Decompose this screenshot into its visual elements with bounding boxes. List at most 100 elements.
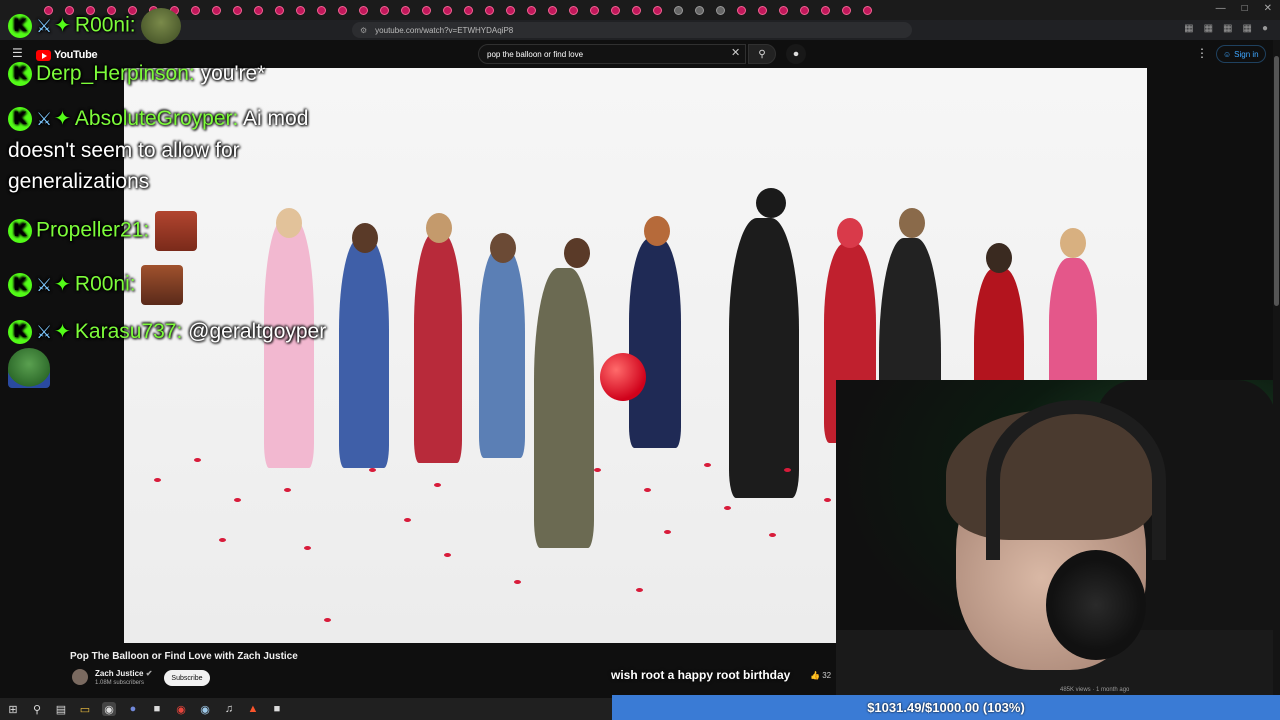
browser-tab[interactable] [275,5,284,15]
browser-tab[interactable] [485,5,494,15]
channel-name[interactable]: Zach Justice ✔ [95,669,152,678]
steam-icon[interactable]: ◉ [198,702,212,716]
app-icon[interactable]: ■ [150,702,164,716]
browser-tab[interactable] [758,5,767,15]
audio-icon[interactable]: ♫ [222,702,236,716]
video-person [534,268,594,548]
browser-tab[interactable] [716,5,725,15]
like-count[interactable]: 👍 32 [810,671,831,680]
browser-tab[interactable] [653,5,662,15]
obs-icon[interactable]: ◉ [102,702,116,716]
app-icon[interactable]: ■ [270,702,284,716]
browser-tab[interactable] [527,5,536,15]
video-person-head [986,243,1012,273]
frog-emote-icon [141,8,182,44]
rose-petal [194,458,201,462]
browser-tab[interactable] [779,5,788,15]
browser-tab[interactable] [359,5,368,15]
maximize-icon[interactable]: □ [1242,3,1248,14]
chat-message: K Derp_Herpinson: you're* [8,58,265,89]
browser-tab[interactable] [632,5,641,15]
browser-tab[interactable] [800,5,809,15]
search-icon: ⚲ [758,48,766,60]
browser-tab[interactable] [296,5,305,15]
file-explorer-icon[interactable]: ▭ [78,702,92,716]
red-balloon [600,353,646,401]
video-person-head [352,223,378,253]
minimize-icon[interactable]: — [1216,3,1226,14]
chat-username[interactable]: AbsoluteGroyper: [75,107,238,130]
pepe-frog-emote-icon [8,347,50,388]
extension-icon[interactable]: ▦ [1184,23,1193,34]
site-info-icon[interactable]: ⚙ [360,26,367,35]
chat-text: you're* [200,62,266,85]
more-options-icon[interactable]: ⋮ [1196,46,1208,60]
browser-tab[interactable] [506,5,515,15]
rose-petal [234,498,241,502]
rose-petal [644,488,651,492]
browser-tab[interactable] [674,5,683,15]
browser-tab[interactable] [569,5,578,15]
extension-icon[interactable]: ▦ [1204,23,1213,34]
clear-search-icon[interactable]: ✕ [731,46,740,59]
extension-icon[interactable]: ▦ [1223,23,1232,34]
brave-icon[interactable]: ▲ [246,702,260,716]
browser-tab[interactable] [737,5,746,15]
rose-petal [769,533,776,537]
chat-username[interactable]: R00ni: [75,14,136,37]
rose-petal [154,478,161,482]
headphone-ear-cup [1046,550,1146,660]
scrollbar-thumb[interactable] [1274,56,1279,306]
kick-badge-icon: K [8,107,32,132]
sign-in-label: Sign in [1234,49,1259,59]
browser-tab[interactable] [821,5,830,15]
search-input[interactable]: pop the balloon or find love [478,44,746,64]
chat-username[interactable]: Karasu737: [75,320,182,343]
browser-tab[interactable] [548,5,557,15]
windows-start-icon[interactable]: ⊞ [6,702,20,716]
video-title: Pop The Balloon or Find Love with Zach J… [70,651,298,662]
extension-icon[interactable]: ▦ [1243,23,1252,34]
task-view-icon[interactable]: ▤ [54,702,68,716]
browser-tab[interactable] [464,5,473,15]
browser-tab[interactable] [212,5,221,15]
subscribe-button[interactable]: Subscribe [164,670,210,686]
like-count-text: 32 [822,671,832,680]
voice-search-button[interactable]: ⏺ [786,44,806,64]
browser-tab[interactable] [233,5,242,15]
profile-icon[interactable]: ● [1262,23,1268,34]
browser-tab[interactable] [863,5,872,15]
chat-message: K ⚔ ✦ R00ni: [8,265,184,305]
search-icon[interactable]: ⚲ [30,702,44,716]
chat-username[interactable]: Derp_Herpinson: [36,62,195,85]
rose-petal [434,483,441,487]
rose-petal [404,518,411,522]
rose-petal [664,530,671,534]
browser-tab[interactable] [422,5,431,15]
browser-tab[interactable] [317,5,326,15]
chat-username[interactable]: R00ni: [75,273,136,296]
browser-tab[interactable] [191,5,200,15]
browser-tab[interactable] [401,5,410,15]
browser-tab[interactable] [443,5,452,15]
discord-icon[interactable]: ● [126,702,140,716]
browser-tab[interactable] [590,5,599,15]
tts-ticker: wish root a happy root birthday [611,668,791,682]
close-icon[interactable]: ✕ [1264,3,1272,14]
search-button[interactable]: ⚲ [748,44,776,64]
browser-tab[interactable] [842,5,851,15]
browser-tab[interactable] [380,5,389,15]
chat-username[interactable]: Propeller21: [36,219,149,242]
chrome-icon[interactable]: ◉ [174,702,188,716]
video-person [339,238,389,468]
channel-name-text: Zach Justice [95,669,144,678]
browser-tab[interactable] [695,5,704,15]
address-bar[interactable]: ⚙ youtube.com/watch?v=ETWHYDAqiP8 [352,22,912,38]
rose-petal [219,538,226,542]
browser-tab[interactable] [254,5,263,15]
browser-tab[interactable] [611,5,620,15]
video-person-head [490,233,516,263]
channel-avatar[interactable] [72,669,88,685]
sign-in-button[interactable]: ☺ Sign in [1216,45,1266,63]
browser-tab[interactable] [338,5,347,15]
